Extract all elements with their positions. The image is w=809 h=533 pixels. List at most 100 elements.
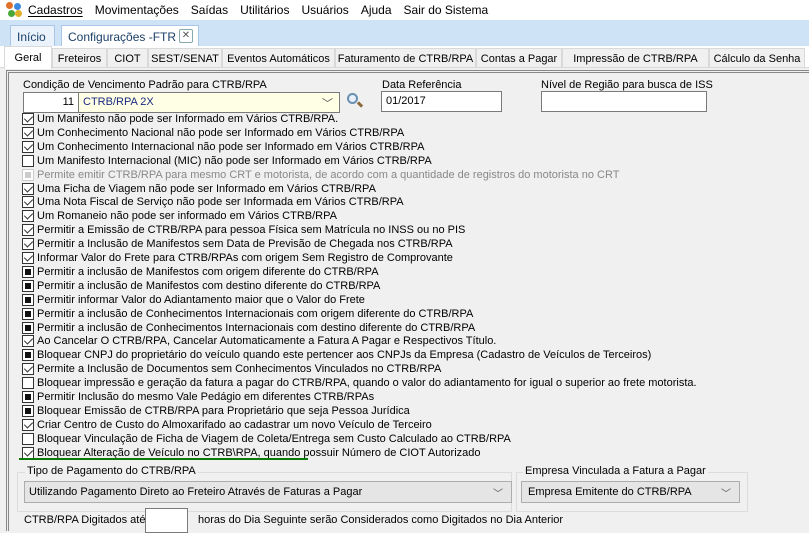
option-row[interactable]: Criar Centro de Custo do Almoxarifado ao… xyxy=(22,418,432,432)
option-label: Permitir a Emissão de CTRB/RPA para pess… xyxy=(37,224,466,237)
checkbox[interactable] xyxy=(22,307,34,320)
checkbox[interactable] xyxy=(22,238,34,251)
close-tab-icon[interactable]: ✕ xyxy=(179,29,193,43)
option-row[interactable]: Uma Nota Fiscal de Serviço não pode ser … xyxy=(22,195,404,209)
checkbox[interactable] xyxy=(22,196,34,209)
menu-utilitarios[interactable]: Utilitários xyxy=(240,3,289,17)
option-label: Permitir a inclusão de Conhecimentos Int… xyxy=(37,307,474,320)
option-row[interactable]: Permitir Inclusão do mesmo Vale Pedágio … xyxy=(22,390,374,404)
chevron-down-icon: ﹀ xyxy=(493,489,503,500)
checkbox[interactable] xyxy=(22,418,34,431)
option-row[interactable]: Um Romaneio não pode ser informado em Vá… xyxy=(22,209,337,223)
highlight-underline xyxy=(19,458,308,460)
condicao-value: CTRB/RPA 2X xyxy=(83,96,154,108)
checkbox[interactable] xyxy=(22,279,34,292)
checkbox[interactable] xyxy=(22,265,34,278)
checkbox[interactable] xyxy=(22,182,34,195)
data-referencia-label: Data Referência xyxy=(382,79,462,91)
option-row[interactable]: Permitir a inclusão de Conhecimentos Int… xyxy=(22,307,473,321)
data-referencia-field[interactable]: 01/2017 xyxy=(381,91,502,112)
option-label: Bloquear CNPJ do proprietário do veículo… xyxy=(37,349,652,362)
empresa-select[interactable]: Empresa Emitente do CTRB/RPA ﹀ xyxy=(521,481,740,503)
option-row[interactable]: Permite a Inclusão de Documentos sem Con… xyxy=(22,362,441,376)
doc-tab-label: Configurações -FTR xyxy=(68,30,177,44)
checkbox[interactable] xyxy=(22,113,34,125)
doc-tab-inicio[interactable]: Início xyxy=(10,25,55,46)
checkbox[interactable] xyxy=(22,446,34,459)
option-row[interactable]: Bloquear impressão e geração da fatura a… xyxy=(22,376,697,390)
option-row[interactable]: Um Conhecimento Nacional não pode ser In… xyxy=(22,126,404,140)
checkbox[interactable] xyxy=(22,293,34,306)
chevron-down-icon[interactable]: ﹀ xyxy=(322,95,333,111)
option-row[interactable]: Permitir a Inclusão de Manifestos sem Da… xyxy=(22,237,453,251)
tab-contas-a-pagar[interactable]: Contas a Pagar xyxy=(476,48,562,68)
condicao-code-field[interactable]: 11 xyxy=(23,92,79,113)
option-row[interactable]: Bloquear Vinculação de Ficha de Viagem d… xyxy=(22,432,511,446)
menu-sair[interactable]: Sair do Sistema xyxy=(404,3,489,17)
empresa-label: Empresa Vinculada a Fatura a Pagar xyxy=(523,465,708,477)
tab-geral[interactable]: Geral xyxy=(4,46,52,69)
tab-label: Contas a Pagar xyxy=(480,53,558,65)
checkbox[interactable] xyxy=(22,210,34,223)
condicao-combo[interactable]: CTRB/RPA 2X ﹀ xyxy=(78,92,340,113)
option-row[interactable]: Permitir a inclusão de Manifestos com or… xyxy=(22,265,379,279)
checkbox[interactable] xyxy=(22,224,34,237)
checkbox[interactable] xyxy=(22,363,34,376)
checkbox[interactable] xyxy=(22,377,34,390)
menu-cadastros[interactable]: Cadastros xyxy=(28,3,83,17)
menu-saidas[interactable]: Saídas xyxy=(191,3,228,17)
checkbox[interactable] xyxy=(22,335,34,348)
menu-movimentacoes[interactable]: Movimentações xyxy=(95,3,179,17)
option-label: Permitir informar Valor do Adiantamento … xyxy=(37,293,365,306)
tab-ciot[interactable]: CIOT xyxy=(107,48,148,68)
tab-impressao[interactable]: Impressão de CTRB/RPA xyxy=(562,48,709,68)
option-row[interactable]: Bloquear CNPJ do proprietário do veículo… xyxy=(22,348,651,362)
tab-sest-senat[interactable]: SEST/SENAT xyxy=(148,48,222,68)
digitados-horas-field[interactable] xyxy=(145,508,188,533)
checkbox[interactable] xyxy=(22,126,34,139)
option-label: Permitir a inclusão de Conhecimentos Int… xyxy=(37,321,476,334)
nivel-regiao-label: Nível de Região para busca de ISS xyxy=(541,79,713,91)
option-row[interactable]: Permite emitir CTRB/RPA para mesmo CRT e… xyxy=(22,168,619,182)
option-label: Informar Valor do Frete para CTRB/RPAs c… xyxy=(37,252,453,264)
option-row[interactable]: Uma Ficha de Viagem não pode ser Informa… xyxy=(22,182,376,196)
checkbox[interactable] xyxy=(22,432,34,445)
checkbox[interactable] xyxy=(22,349,34,362)
doc-tab-configuracoes[interactable]: Configurações -FTR ✕ xyxy=(61,25,199,46)
checkbox[interactable] xyxy=(22,321,34,334)
search-icon[interactable] xyxy=(347,93,364,109)
option-label: Um Manifesto não pode ser Informado em V… xyxy=(37,113,339,125)
option-row[interactable]: Bloquear Emissão de CTRB/RPA para Propri… xyxy=(22,404,410,418)
option-row[interactable]: Permitir a inclusão de Conhecimentos Int… xyxy=(22,321,475,335)
menu-ajuda[interactable]: Ajuda xyxy=(361,3,392,17)
menu-usuarios[interactable]: Usuários xyxy=(301,3,348,17)
tab-label: CIOT xyxy=(114,53,141,65)
tab-label: Geral xyxy=(14,52,42,64)
empresa-value: Empresa Emitente do CTRB/RPA xyxy=(528,486,692,498)
option-label: Bloquear impressão e geração da fatura a… xyxy=(37,377,697,390)
nivel-regiao-field[interactable] xyxy=(541,91,707,112)
tab-faturamento[interactable]: Faturamento de CTRB/RPA xyxy=(335,48,476,68)
checkbox[interactable] xyxy=(22,154,34,167)
option-row[interactable]: Um Conhecimento Internacional não pode s… xyxy=(22,140,424,154)
tab-label: SEST/SENAT xyxy=(151,53,219,65)
checkbox[interactable] xyxy=(22,252,34,264)
tab-eventos-automaticos[interactable]: Eventos Automáticos xyxy=(222,48,335,68)
menu-bar: Cadastros Movimentações Saídas Utilitári… xyxy=(0,0,809,20)
checkbox[interactable] xyxy=(22,140,34,153)
option-row[interactable]: Permitir a inclusão de Manifestos com de… xyxy=(22,279,380,293)
pagamento-label: Tipo de Pagamento do CTRB/RPA xyxy=(25,465,198,477)
tab-freteiros[interactable]: Freteiros xyxy=(52,48,107,68)
tab-calculo-senha[interactable]: Cálculo da Senha xyxy=(709,48,805,68)
option-label: Bloquear Alteração de Veículo no CTRB\RP… xyxy=(37,446,481,459)
option-row[interactable]: Permitir a Emissão de CTRB/RPA para pess… xyxy=(22,223,465,237)
option-row[interactable]: Um Manifesto Internacional (MIC) não pod… xyxy=(22,154,432,168)
option-row[interactable]: Ao Cancelar O CTRB/RPA, Cancelar Automat… xyxy=(22,334,496,348)
option-row[interactable]: Permitir informar Valor do Adiantamento … xyxy=(22,293,365,307)
option-row[interactable]: Informar Valor do Frete para CTRB/RPAs c… xyxy=(22,251,453,265)
digitados-prefix: CTRB/RPA Digitados até xyxy=(24,514,146,526)
checkbox[interactable] xyxy=(22,391,34,403)
option-label: Um Conhecimento Nacional não pode ser In… xyxy=(37,126,405,139)
checkbox[interactable] xyxy=(22,404,34,417)
option-row[interactable]: Um Manifesto não pode ser Informado em V… xyxy=(22,112,338,126)
